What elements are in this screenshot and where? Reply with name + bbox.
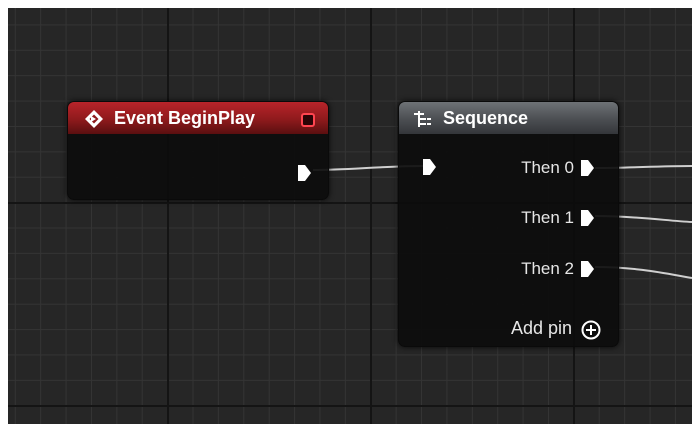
then-1-output-pin[interactable] xyxy=(579,209,595,227)
then-2-label: Then 2 xyxy=(521,259,574,278)
event-diamond-icon xyxy=(85,110,103,128)
sequence-icon xyxy=(414,111,431,127)
blueprint-graph-canvas[interactable]: Event BeginPlay Sequence Then 0 Then 1 T… xyxy=(8,8,692,424)
event-node-header[interactable]: Event BeginPlay xyxy=(68,102,328,134)
then-2-output-pin[interactable] xyxy=(579,260,595,278)
stop-square-icon xyxy=(301,113,315,127)
sequence-node[interactable]: Sequence Then 0 Then 1 Then 2 Add pin xyxy=(398,101,619,347)
event-node-title: Event BeginPlay xyxy=(114,108,256,128)
event-beginplay-node[interactable]: Event BeginPlay xyxy=(67,101,329,200)
sequence-node-title: Sequence xyxy=(443,108,529,128)
then-0-label: Then 0 xyxy=(521,158,574,177)
then-1-label: Then 1 xyxy=(521,208,574,227)
then-0-output-pin[interactable] xyxy=(579,159,595,177)
sequence-node-header[interactable]: Sequence xyxy=(399,102,618,134)
add-pin-label: Add pin xyxy=(510,318,572,338)
plus-circle-icon[interactable] xyxy=(581,320,601,340)
exec-output-pin[interactable] xyxy=(296,164,312,182)
exec-input-pin[interactable] xyxy=(421,158,437,176)
